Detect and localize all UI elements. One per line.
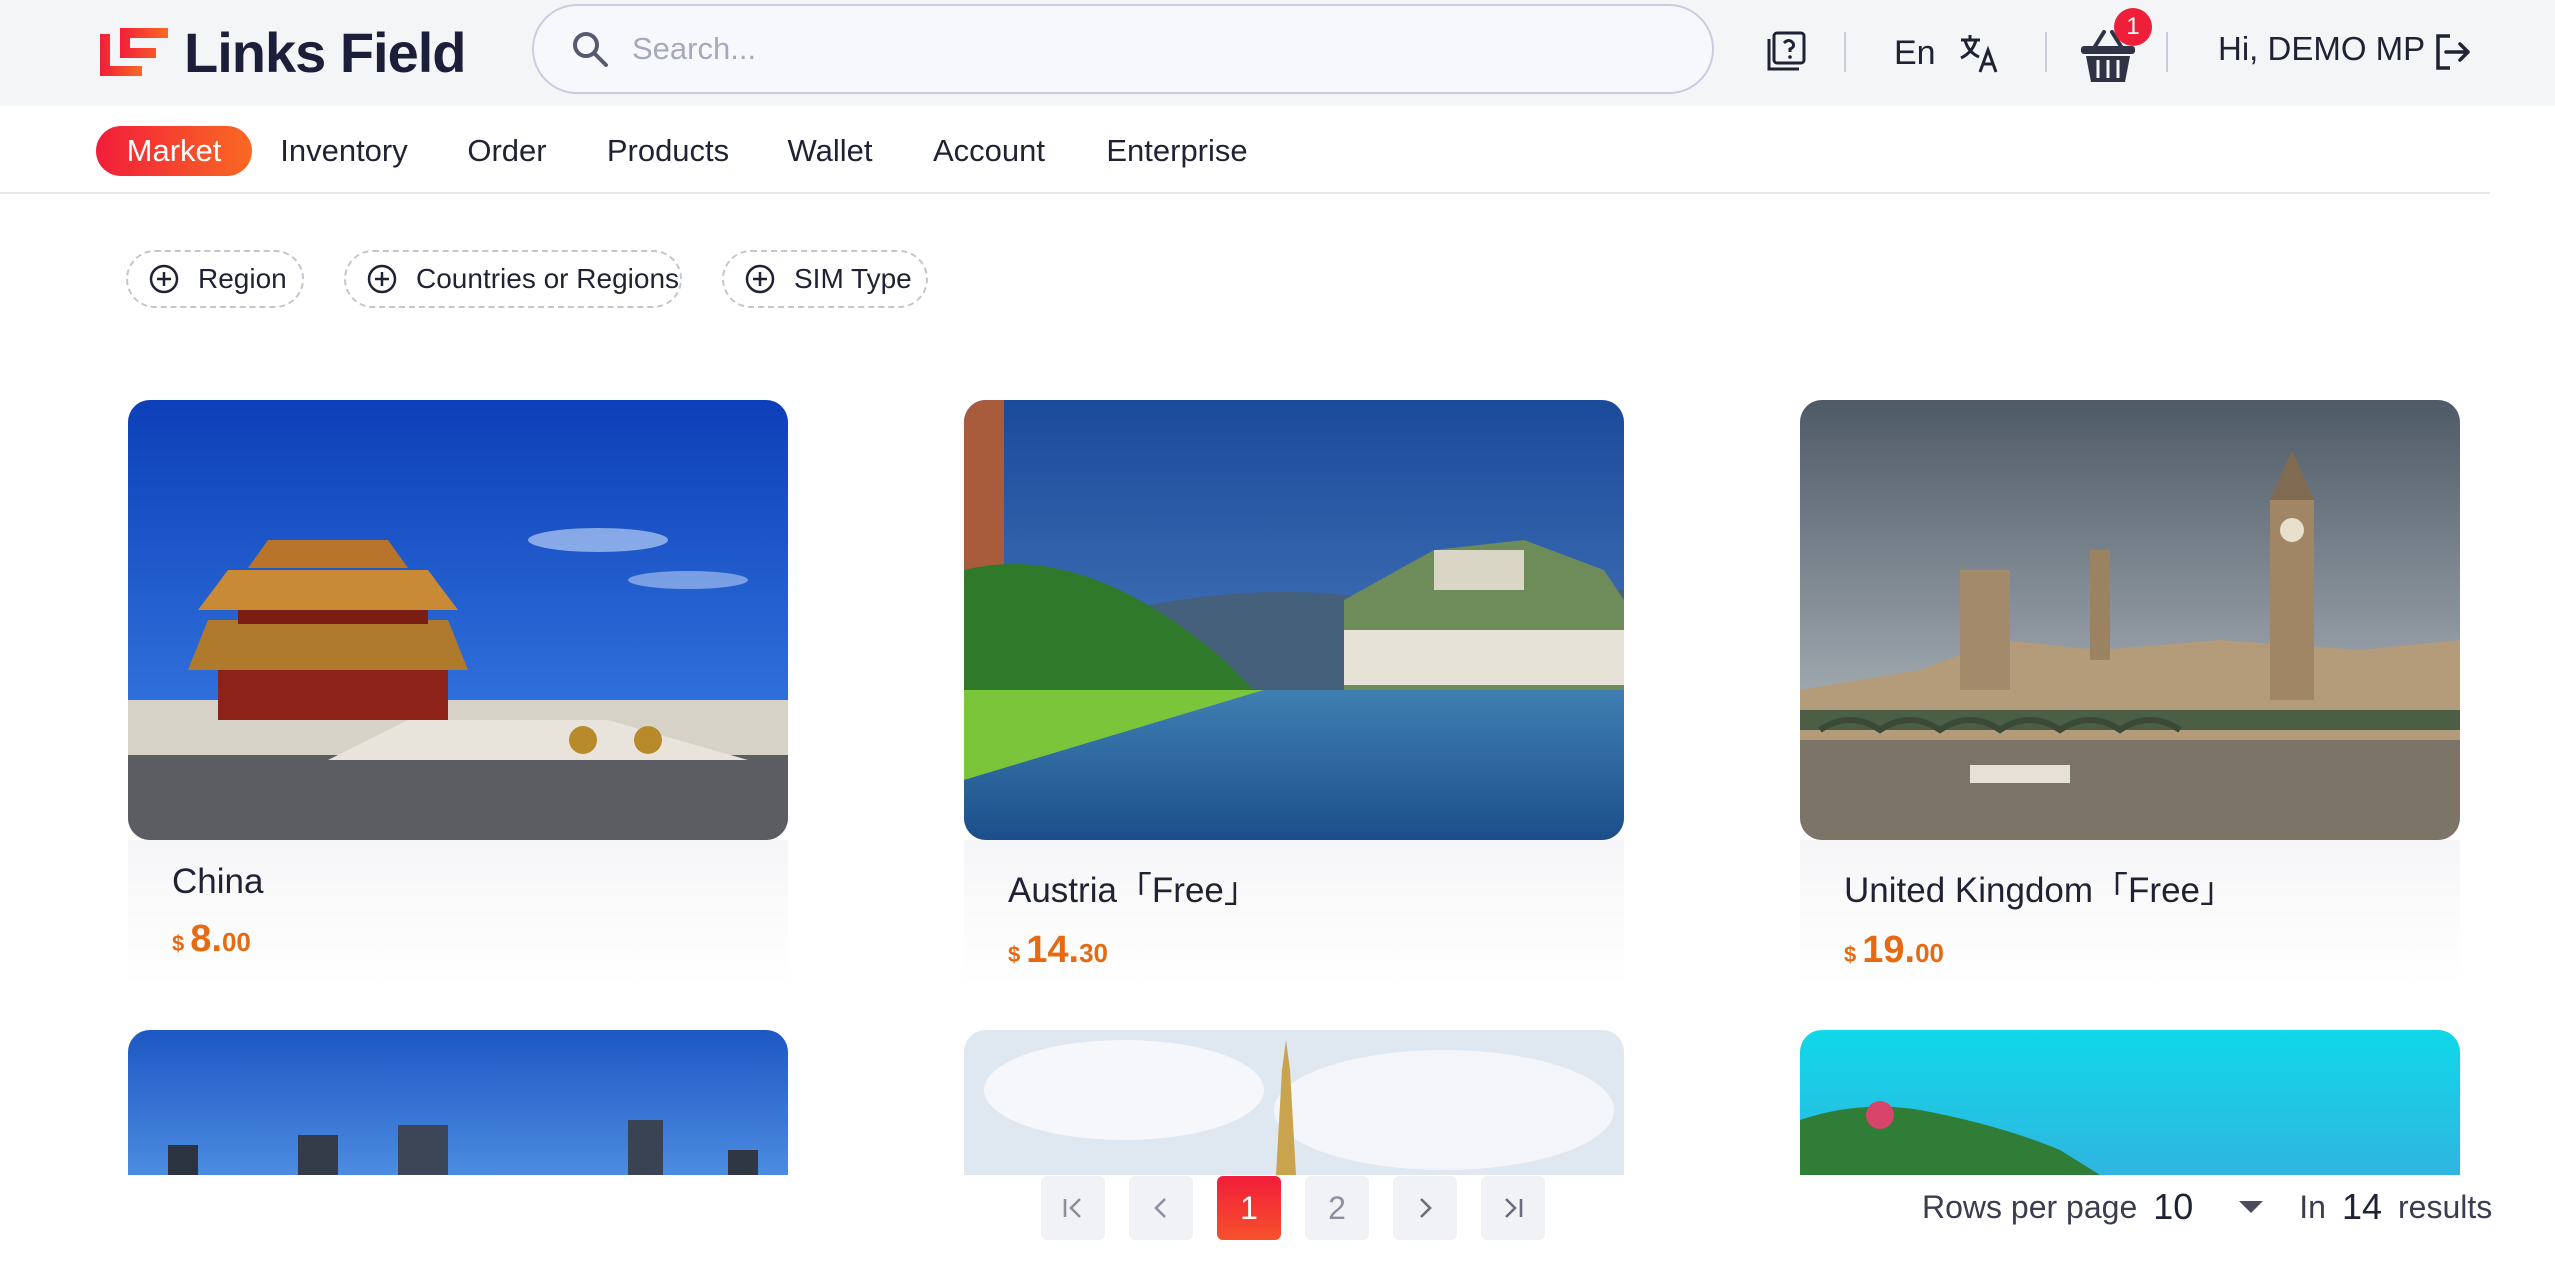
main-nav: Market Inventory Order Products Wallet A… <box>0 106 2490 194</box>
first-page-button[interactable] <box>1041 1176 1105 1240</box>
header-divider <box>2045 32 2047 72</box>
product-info: Austria「Free」 $14.30 <box>964 840 1624 988</box>
logo-mark-icon <box>100 28 168 76</box>
product-image <box>128 400 788 840</box>
header-divider <box>1844 32 1846 72</box>
page-button-1[interactable]: 1 <box>1217 1176 1281 1240</box>
results-label: results <box>2398 1188 2493 1225</box>
search-input[interactable] <box>632 31 1632 67</box>
product-image <box>964 400 1624 840</box>
filter-label: SIM Type <box>794 263 912 294</box>
rows-per-page: Rows per page 10 In 14 results <box>1922 1186 2492 1228</box>
chevron-left-icon <box>1154 1198 1166 1218</box>
filter-region[interactable]: Region <box>126 250 304 308</box>
last-page-icon <box>1505 1198 1523 1218</box>
nav-market[interactable]: Market <box>96 126 252 176</box>
product-name: China <box>172 862 264 901</box>
filter-sim-type[interactable]: SIM Type <box>722 250 928 308</box>
header-divider <box>2166 32 2168 72</box>
nav-wallet[interactable]: Wallet <box>784 126 876 176</box>
user-greeting[interactable]: Hi, DEMO MP <box>2218 30 2425 68</box>
cart-count-badge: 1 <box>2114 8 2152 46</box>
product-image <box>128 1030 788 1175</box>
logout-icon[interactable] <box>2432 32 2472 72</box>
next-page-button[interactable] <box>1393 1176 1457 1240</box>
nav-products[interactable]: Products <box>600 126 736 176</box>
price-integer: 19. <box>1862 929 1916 971</box>
product-card-china[interactable]: China $8.00 <box>128 400 788 988</box>
chevron-down-icon[interactable] <box>2239 1201 2264 1213</box>
language-label: En <box>1894 33 1936 72</box>
product-name: Austria「Free」 <box>1008 871 1259 910</box>
filter-label: Region <box>198 263 287 294</box>
translate-icon <box>1959 35 1998 73</box>
filter-label: Countries or Regions <box>416 263 680 294</box>
search-icon <box>573 32 608 67</box>
first-page-icon <box>1063 1198 1081 1218</box>
product-price: $14.30 <box>1008 929 1624 972</box>
nav-inventory[interactable]: Inventory <box>272 126 416 176</box>
product-name: United Kingdom「Free」 <box>1844 871 2235 910</box>
product-image <box>1800 400 2460 840</box>
price-integer: 14. <box>1026 929 1080 971</box>
page-button-2[interactable]: 2 <box>1305 1176 1369 1240</box>
add-circle-icon <box>745 264 775 294</box>
price-decimal: 30 <box>1079 938 1108 968</box>
in-label: In <box>2299 1188 2326 1225</box>
price-currency: $ <box>1844 942 1857 967</box>
product-image <box>1800 1030 2460 1175</box>
total-count: 14 <box>2341 1186 2383 1227</box>
cart-button[interactable]: 1 <box>2078 8 2152 88</box>
price-decimal: 00 <box>221 927 251 957</box>
price-decimal: 00 <box>1915 938 1944 968</box>
brand-logo[interactable]: Links Field <box>98 21 466 84</box>
product-price: $8.00 <box>172 918 788 961</box>
language-switcher[interactable]: En <box>1894 28 2000 78</box>
product-image <box>964 1030 1624 1175</box>
product-info: United Kingdom「Free」 $19.00 <box>1800 840 2460 988</box>
product-price: $19.00 <box>1844 929 2460 972</box>
product-info: China $8.00 <box>128 840 788 988</box>
last-page-button[interactable] <box>1481 1176 1545 1240</box>
price-currency: $ <box>172 931 185 956</box>
product-card-image-partial[interactable] <box>128 1030 788 1175</box>
filter-countries[interactable]: Countries or Regions <box>344 250 682 308</box>
price-currency: $ <box>1008 942 1021 967</box>
product-card-united-kingdom[interactable]: United Kingdom「Free」 $19.00 <box>1800 400 2460 988</box>
product-card-austria[interactable]: Austria「Free」 $14.30 <box>964 400 1624 988</box>
brand-name: Links Field <box>184 20 466 84</box>
search-bar[interactable] <box>532 4 1714 94</box>
price-integer: 8. <box>190 918 222 960</box>
nav-order[interactable]: Order <box>460 126 554 176</box>
help-icon[interactable] <box>1766 30 1808 72</box>
rows-select-value[interactable]: 10 <box>2153 1186 2193 1228</box>
nav-account[interactable]: Account <box>928 126 1050 176</box>
product-card-image-partial[interactable] <box>964 1030 1624 1175</box>
top-header: Links Field En 1 Hi, DEMO MP <box>0 0 2555 106</box>
product-card-image-partial[interactable] <box>1800 1030 2460 1175</box>
add-circle-icon <box>149 264 179 294</box>
nav-enterprise[interactable]: Enterprise <box>1100 126 1254 176</box>
chevron-right-icon <box>1420 1198 1432 1218</box>
rows-label: Rows per page <box>1922 1188 2138 1225</box>
add-circle-icon <box>367 264 397 294</box>
prev-page-button[interactable] <box>1129 1176 1193 1240</box>
